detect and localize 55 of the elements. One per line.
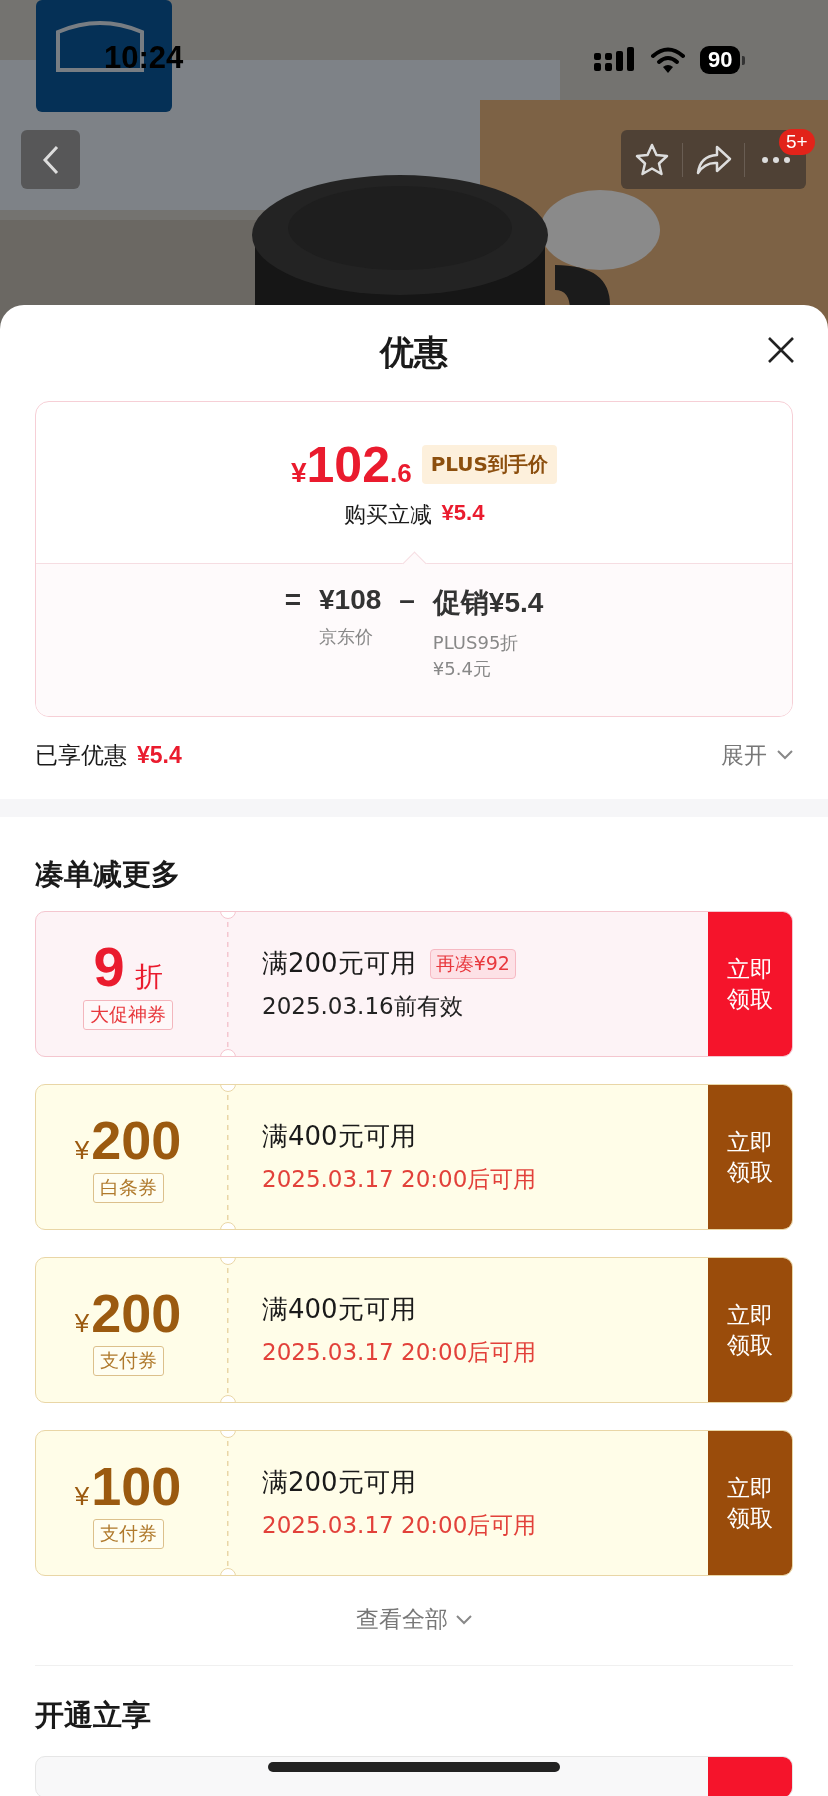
star-icon: [633, 142, 670, 177]
coupon-validity: 2025.03.16前有效: [262, 992, 464, 1021]
close-icon: [766, 335, 796, 365]
coupon-tag: 白条券: [92, 1173, 164, 1203]
coupon-validity: 2025.03.17 20:00后可用: [262, 1165, 538, 1194]
savings-label: 已享优惠: [35, 740, 127, 770]
formula-amount: ¥108: [319, 584, 382, 616]
signal-icon: [594, 47, 636, 73]
formula-amount: 促销¥5.4: [432, 586, 544, 620]
coupon-unit: ¥: [74, 1481, 90, 1512]
close-button[interactable]: [766, 335, 796, 365]
final-price: ¥102.6: [290, 435, 412, 494]
chevron-down-icon: [777, 750, 793, 760]
coupon-value: 9: [93, 938, 125, 996]
claim-button[interactable]: 立即领取: [708, 1431, 792, 1575]
claim-button[interactable]: 立即领取: [708, 1085, 792, 1229]
price-tag: PLUS到手价: [421, 445, 557, 484]
sheet-title: 优惠: [380, 331, 448, 374]
coupon-condition: 满200元可用: [262, 1466, 416, 1499]
coupon-validity: 2025.03.17 20:00后可用: [262, 1338, 538, 1367]
expand-button[interactable]: 展开: [721, 739, 793, 771]
coupon-condition: 满400元可用: [262, 1293, 416, 1326]
coupon-unit: 折: [134, 960, 163, 994]
claim-button[interactable]: 立即领取: [708, 912, 792, 1056]
shortfall-badge: 再凑¥92: [429, 948, 516, 979]
coupon-unit: ¥: [74, 1308, 90, 1339]
chevron-left-icon: [40, 143, 61, 176]
share-arrow-icon: [694, 143, 733, 176]
formula-note: ¥5.4元: [432, 657, 492, 681]
view-all-button[interactable]: 查看全部: [348, 1596, 480, 1643]
coupon-tag: 支付券: [92, 1519, 164, 1549]
coupon-unit: ¥: [74, 1135, 90, 1166]
coupon-value: 200: [91, 1111, 182, 1169]
chevron-down-icon: [456, 1614, 472, 1625]
section-title: 开通立享: [34, 1697, 152, 1734]
formula-operator: =: [284, 584, 301, 616]
section-title: 凑单减更多: [34, 856, 181, 893]
coupon-condition: 满400元可用: [262, 1120, 416, 1153]
coupon-condition: 满200元可用: [262, 947, 416, 980]
formula-note: 京东价: [319, 625, 374, 649]
coupon-value: 200: [91, 1284, 182, 1342]
battery-level: 90: [700, 46, 741, 74]
coupon-validity: 2025.03.17 20:00后可用: [262, 1511, 538, 1540]
more-icon: [760, 155, 791, 164]
instant-discount-amount: ¥5.4: [441, 499, 485, 527]
wifi-icon: [650, 46, 686, 74]
instant-discount-label: 购买立减: [343, 500, 432, 529]
back-button[interactable]: [21, 130, 80, 189]
formula-note: PLUS95折: [432, 631, 520, 655]
claim-button[interactable]: 立即领取: [708, 1258, 792, 1402]
coupon-tag: 大促神券: [83, 1000, 173, 1030]
coupon-tag: 支付券: [92, 1346, 164, 1376]
formula-operator: –: [399, 584, 415, 616]
coupon-value: 100: [91, 1457, 182, 1515]
savings-amount: ¥5.4: [137, 741, 182, 769]
